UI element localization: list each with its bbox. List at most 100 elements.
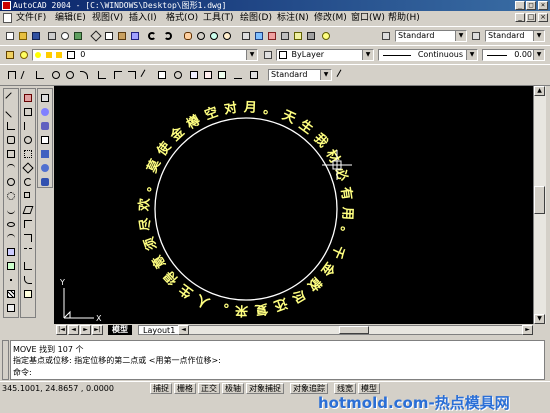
coordinates-readout[interactable]: 345.1001, 24.8657 , 0.0000	[2, 383, 114, 394]
menu-dimension[interactable]: 标注(N)	[277, 12, 309, 24]
region-icon[interactable]	[5, 302, 17, 314]
make-current-layer-icon[interactable]	[262, 49, 274, 61]
command-window[interactable]: MOVE 找到 107 个 指定基点或位移: 指定位移的第二点或 <用第一点作位…	[10, 340, 545, 380]
close-button[interactable]: ×	[538, 1, 548, 10]
menu-window[interactable]: 窗口(W)	[351, 12, 385, 24]
zoom-window-icon[interactable]	[208, 30, 220, 42]
chevron-down-icon[interactable]: ▼	[466, 50, 477, 60]
extend-icon[interactable]	[22, 232, 34, 244]
vertical-scrollbar[interactable]: ▲ ▼	[533, 86, 546, 324]
chevron-down-icon[interactable]: ▼	[533, 50, 544, 60]
layer-select[interactable]: 0 ▼	[32, 49, 258, 61]
dim-text-edit-icon[interactable]	[202, 69, 214, 81]
chamfer-icon[interactable]	[22, 260, 34, 272]
aligned-dim-icon[interactable]	[20, 69, 32, 81]
center-mark-icon[interactable]	[172, 69, 184, 81]
prev-tab-button[interactable]: ◄	[68, 325, 79, 335]
revision-cloud-icon[interactable]	[5, 190, 17, 202]
dim-update-icon[interactable]	[216, 69, 228, 81]
dim-style-manager-icon[interactable]	[248, 69, 260, 81]
match-properties-icon[interactable]	[129, 30, 141, 42]
erase-icon[interactable]	[22, 92, 34, 104]
color-select[interactable]: ByLayer ▼	[276, 49, 374, 61]
cube-icon[interactable]	[39, 134, 51, 146]
rectangle-icon[interactable]	[5, 148, 17, 160]
properties-icon[interactable]	[240, 30, 252, 42]
layer-manager-icon[interactable]	[4, 49, 16, 61]
radius-dim-icon[interactable]	[50, 69, 62, 81]
design-center-icon[interactable]	[253, 30, 265, 42]
menu-file[interactable]: 文件(F)	[16, 12, 46, 24]
menu-format[interactable]: 格式(O)	[166, 12, 198, 24]
cylinder-icon[interactable]	[39, 120, 51, 132]
stretch-icon[interactable]	[22, 204, 34, 216]
grid-button[interactable]: 栅格	[174, 383, 196, 394]
dim-edit-icon[interactable]	[188, 69, 200, 81]
cut-icon[interactable]	[90, 30, 102, 42]
scale-icon[interactable]	[22, 190, 34, 202]
scroll-up-button[interactable]: ▲	[534, 86, 545, 96]
text-style-select[interactable]: Standard ▼	[395, 30, 467, 42]
menu-insert[interactable]: 插入(I)	[129, 12, 157, 24]
dimension-style-select[interactable]: Standard ▼	[268, 69, 332, 81]
chevron-down-icon[interactable]: ▼	[533, 31, 544, 41]
pan-icon[interactable]	[182, 30, 194, 42]
doc-restore-button[interactable]: □	[526, 13, 536, 22]
dim-override-icon[interactable]	[232, 69, 244, 81]
undo-icon[interactable]	[146, 30, 158, 42]
osnap-button[interactable]: 对象捕捉	[246, 383, 284, 394]
box-icon[interactable]	[39, 92, 51, 104]
polygon-icon[interactable]	[5, 134, 17, 146]
polyline-icon[interactable]	[5, 120, 17, 132]
publish-icon[interactable]	[72, 30, 84, 42]
first-tab-button[interactable]: |◄	[56, 325, 67, 335]
explode-icon[interactable]	[22, 288, 34, 300]
break-icon[interactable]	[22, 246, 34, 258]
new-icon[interactable]	[4, 30, 16, 42]
torus-icon[interactable]	[39, 176, 51, 188]
linear-dim-icon[interactable]	[6, 69, 18, 81]
last-tab-button[interactable]: ►|	[92, 325, 103, 335]
move-icon[interactable]	[22, 162, 34, 174]
scroll-thumb[interactable]	[534, 186, 545, 214]
minimize-button[interactable]: _	[515, 1, 525, 10]
tab-model[interactable]: 模型	[108, 325, 132, 335]
scroll-down-button[interactable]: ▼	[534, 314, 545, 324]
construction-line-icon[interactable]	[5, 106, 17, 118]
continue-dim-icon[interactable]	[126, 69, 138, 81]
ellipse-icon[interactable]	[5, 218, 17, 230]
autocad-app-icon[interactable]	[2, 1, 11, 10]
circle-text[interactable]: 莫使金樽空对月。天生我材必有用。千金散尽还复来。人生得意须尽欢。	[136, 100, 355, 319]
save-icon[interactable]	[30, 30, 42, 42]
ellipse-arc-icon[interactable]	[5, 232, 17, 244]
print-icon[interactable]	[46, 30, 58, 42]
dim-style-select[interactable]: Standard ▼	[485, 30, 545, 42]
sphere-icon[interactable]	[39, 106, 51, 118]
markup-icon[interactable]	[292, 30, 304, 42]
diameter-dim-icon[interactable]	[64, 69, 76, 81]
menu-view[interactable]: 视图(V)	[92, 12, 123, 24]
line-icon[interactable]	[5, 92, 17, 104]
copy-object-icon[interactable]	[22, 106, 34, 118]
calculator-icon[interactable]	[305, 30, 317, 42]
menu-help[interactable]: 帮助(H)	[388, 12, 420, 24]
circle-icon[interactable]	[5, 176, 17, 188]
document-icon[interactable]	[3, 13, 12, 23]
snap-button[interactable]: 捕捉	[150, 383, 172, 394]
quick-dim-icon[interactable]	[96, 69, 108, 81]
command-prompt[interactable]: 命令:	[13, 367, 32, 378]
lineweight-select[interactable]: 0.00 ▼	[482, 49, 545, 61]
zoom-realtime-icon[interactable]	[195, 30, 207, 42]
offset-icon[interactable]	[22, 134, 34, 146]
point-icon[interactable]	[5, 274, 17, 286]
redo-icon[interactable]	[162, 30, 174, 42]
plot-preview-icon[interactable]	[59, 30, 71, 42]
spline-icon[interactable]	[5, 204, 17, 216]
open-icon[interactable]	[17, 30, 29, 42]
chevron-down-icon[interactable]: ▼	[246, 50, 257, 60]
wedge-icon[interactable]	[39, 162, 51, 174]
doc-close-button[interactable]: ×	[538, 13, 548, 22]
trim-icon[interactable]	[22, 218, 34, 230]
tolerance-icon[interactable]	[156, 69, 168, 81]
scroll-right-button[interactable]: ►	[522, 325, 533, 335]
